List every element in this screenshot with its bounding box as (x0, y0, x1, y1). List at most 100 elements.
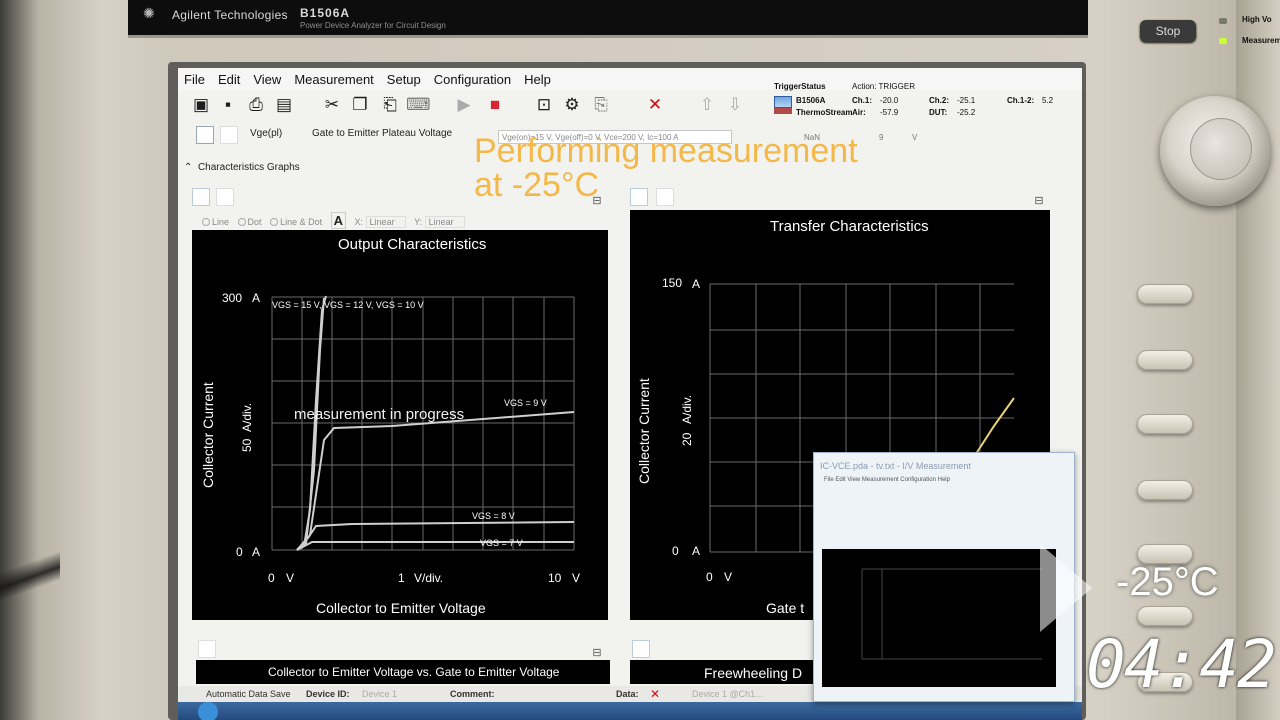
device-label: B1506A (796, 96, 826, 105)
y-div-value: 20 (680, 432, 694, 446)
dut-value: -25.2 (957, 108, 976, 117)
x-axis-label: Gate t (766, 600, 805, 616)
graph4-title: Freewheeling D (704, 665, 803, 681)
y-scale-select[interactable]: Linear (424, 216, 465, 228)
delete-x-icon[interactable]: ✕ (644, 94, 666, 116)
clipboard-icon[interactable]: ⎘ (590, 94, 612, 116)
line-radio[interactable] (202, 218, 210, 226)
softkey-1[interactable] (1137, 284, 1193, 304)
graph3-title: Collector to Emitter Voltage vs. Gate to… (268, 665, 560, 679)
device-icon (774, 96, 792, 108)
overlay-line-1: Performing measurement (474, 132, 858, 170)
output-characteristics-graph[interactable]: Output Characteristics VGS = 15 V, VGS =… (192, 230, 608, 620)
line-dot-radio[interactable] (270, 218, 279, 226)
x-div-unit: V/div. (414, 571, 444, 585)
popup-menu: File Edit View Measurement Configuration… (824, 477, 950, 483)
graph3-checkbox[interactable] (198, 640, 216, 658)
save-icon[interactable]: ▪ (217, 94, 239, 116)
trigger-status-panel: TriggerStatus Action: TRIGGER B1506A The… (774, 80, 1074, 124)
dot-radio[interactable] (237, 218, 246, 226)
data-label: Data: (616, 689, 639, 699)
stop-square-icon[interactable]: ■ (484, 94, 506, 116)
y-div-unit: A/div. (680, 394, 694, 424)
menu-setup[interactable]: Setup (381, 68, 428, 90)
collapse-icon: ⌃ (184, 162, 193, 173)
y-top-unit: A (252, 291, 261, 305)
rotary-knob-cap (1190, 118, 1252, 180)
y-axis-label: Collector Current (200, 382, 216, 488)
graph2-checkbox[interactable] (630, 188, 648, 206)
graph2-settings-icon[interactable]: ⊟ (1028, 190, 1050, 212)
paste-icon[interactable]: ⎗ (379, 94, 401, 116)
y-zero-unit: A (692, 544, 701, 558)
graph2-checkbox-2[interactable] (656, 188, 674, 206)
y-div-value: 50 (240, 438, 254, 452)
softkey-4[interactable] (1137, 480, 1193, 500)
high-voltage-label: High Vo (1242, 15, 1272, 24)
toolbar: ▣ ▪ ⎙ ▤ ✂ ❐ ⎗ ⌨ ▶ ■ ⊡ ⚙ ⎘ ✕ ⇧ ⇩ (178, 94, 778, 124)
plot-options: Line Dot Line & Dot A X: Linear Y: Linea… (196, 212, 465, 229)
ch2-label: Ch.2: (929, 96, 949, 105)
menu-configuration[interactable]: Configuration (428, 68, 518, 90)
y-top-value: 150 (662, 276, 683, 290)
device-id-field[interactable]: Device 1 (362, 689, 397, 699)
parameter-checkbox-2[interactable] (220, 126, 238, 144)
softkey-6[interactable] (1137, 606, 1193, 626)
print-icon[interactable]: ⎙ (245, 94, 267, 116)
elapsed-timer: 04:42 (1086, 626, 1277, 703)
menu-view[interactable]: View (247, 68, 288, 90)
y-top-unit: A (692, 277, 701, 291)
result-count: 9 (879, 133, 884, 142)
x-div-value: 1 (398, 571, 405, 585)
clear-data-icon[interactable]: ✕ (650, 687, 660, 701)
cut-icon[interactable]: ✂ (321, 94, 343, 116)
popup-title: IC-VCE.pda - tv.txt - I/V Measurement (820, 461, 971, 471)
x-zero-unit: V (724, 570, 733, 584)
font-button[interactable]: A (330, 212, 346, 229)
menu-file[interactable]: File (178, 68, 212, 90)
open-folder-icon[interactable]: ▣ (190, 94, 212, 116)
menu-measurement[interactable]: Measurement (288, 68, 380, 90)
export-icon[interactable]: ▤ (273, 94, 295, 116)
measurement-popup-window[interactable]: IC-VCE.pda - tv.txt - I/V Measurement Fi… (813, 452, 1075, 702)
popup-graph (822, 549, 1056, 687)
graph1-plot-area (271, 295, 575, 551)
graph4-header[interactable]: Freewheeling D (630, 660, 830, 684)
y-div-unit: A/div. (240, 402, 254, 432)
action-label: Action: TRIGGER (852, 82, 915, 91)
parameter-checkbox[interactable] (196, 126, 214, 144)
air-label: Air: (852, 108, 866, 117)
menu-edit[interactable]: Edit (212, 68, 247, 90)
temperature-arrow-icon (1040, 544, 1092, 632)
taskbar (178, 702, 1082, 720)
data-field[interactable]: Device 1 @Ch1... (692, 689, 763, 699)
characteristics-graphs-header[interactable]: ⌃ Characteristics Graphs (184, 162, 300, 173)
auto-save-label: Automatic Data Save (206, 689, 291, 699)
down-arrow-icon[interactable]: ⇩ (724, 94, 746, 116)
brand-name: Agilent Technologies (172, 8, 288, 22)
keyboard-icon[interactable]: ⌨ (406, 94, 431, 116)
stop-button[interactable]: Stop (1140, 20, 1196, 42)
x-scale-select[interactable]: Linear (365, 216, 406, 228)
graph1-checkbox-2[interactable] (216, 188, 234, 206)
graph3-header[interactable]: Collector to Emitter Voltage vs. Gate to… (196, 660, 610, 684)
copy-icon[interactable]: ❐ (349, 94, 371, 116)
start-button-icon[interactable] (198, 702, 218, 720)
model-subtitle: Power Device Analyzer for Circuit Design (300, 21, 446, 30)
window-icon[interactable]: ⊡ (533, 94, 555, 116)
menu-help[interactable]: Help (518, 68, 558, 90)
graph1-checkbox[interactable] (192, 188, 210, 206)
agilent-logo-icon: ✺ (143, 5, 155, 21)
vgs8-label: VGS = 8 V (472, 511, 515, 521)
softkey-2[interactable] (1137, 350, 1193, 370)
play-icon[interactable]: ▶ (453, 94, 475, 116)
trigger-status-label: TriggerStatus (774, 82, 826, 91)
graph4-checkbox[interactable] (632, 640, 650, 658)
up-arrow-icon[interactable]: ⇧ (696, 94, 718, 116)
y-zero-value: 0 (236, 545, 243, 559)
vgs15-label: VGS = 15 V, VGS = 12 V, VGS = 10 V (272, 300, 424, 310)
softkey-3[interactable] (1137, 414, 1193, 434)
parameter-name: Vge(pl) (250, 128, 283, 139)
gear-icon[interactable]: ⚙ (561, 94, 583, 116)
progress-overlay: measurement in progress (294, 406, 465, 423)
